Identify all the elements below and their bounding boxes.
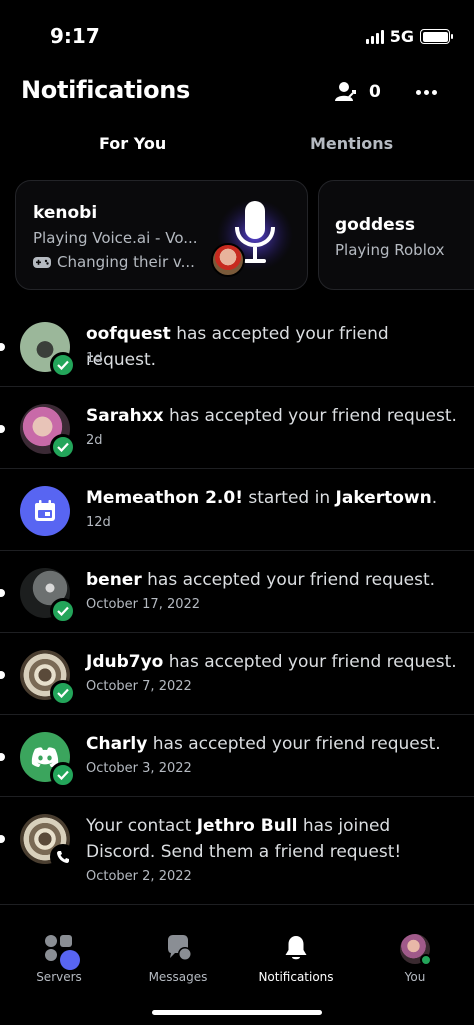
nav-label: You (404, 970, 426, 984)
notification-time: 12d (86, 515, 111, 530)
notification-item[interactable]: Charly has accepted your friend request.… (0, 715, 474, 797)
notification-text: oofquest has accepted your friend reques… (86, 324, 389, 370)
notification-text: Sarahxx has accepted your friend request… (86, 406, 457, 426)
servers-icon (44, 934, 80, 970)
activity-user-avatar (211, 243, 245, 277)
check-icon (50, 680, 76, 706)
friend-requests-button[interactable]: 0 (335, 81, 381, 103)
activity-card[interactable]: kenobi Playing Voice.ai - Vo... Changing… (15, 180, 308, 290)
unread-dot (0, 589, 5, 597)
notification-text: bener has accepted your friend request. (86, 570, 436, 590)
notification-time: October 3, 2022 (86, 761, 192, 776)
signal-icon (365, 29, 384, 44)
avatar (20, 568, 76, 624)
unread-dot (0, 753, 5, 761)
unread-dot (0, 425, 5, 433)
notification-text: Memeathon 2.0! started in Jakertown. (86, 488, 438, 508)
status-indicators: 5G (365, 27, 453, 46)
notification-item[interactable]: Your contact Jethro Bull has joined Disc… (0, 797, 474, 905)
contact-name: Jethro Bull (196, 816, 298, 836)
avatar (20, 732, 76, 788)
avatar (20, 650, 76, 706)
home-indicator (152, 1010, 322, 1015)
tab-mentions[interactable]: Mentions (310, 134, 393, 153)
phone-icon (50, 844, 76, 870)
battery-icon (420, 29, 453, 44)
messages-icon (163, 934, 193, 964)
event-name: Memeathon 2.0! (86, 488, 243, 508)
nav-you[interactable]: You (365, 934, 465, 984)
notification-tabs: For You Mentions (0, 130, 474, 160)
status-bar: 9:17 5G (0, 0, 474, 70)
activity-carousel: kenobi Playing Voice.ai - Vo... Changing… (15, 180, 474, 290)
notification-user: Jdub7yo (86, 652, 164, 672)
page-title: Notifications (21, 76, 191, 104)
nav-notifications[interactable]: Notifications (246, 934, 346, 984)
notification-time: October 17, 2022 (86, 597, 201, 612)
notification-time: October 2, 2022 (86, 869, 192, 884)
avatar (20, 322, 76, 378)
notification-item[interactable]: Memeathon 2.0! started in Jakertown. 12d (0, 469, 474, 551)
notification-user: Sarahxx (86, 406, 164, 426)
nav-label: Servers (36, 970, 82, 984)
activity-detail-text: Changing their v... (57, 253, 195, 271)
status-time: 9:17 (50, 24, 100, 48)
calendar-icon (35, 500, 55, 521)
more-options-button[interactable] (412, 80, 440, 104)
notification-item[interactable]: bener has accepted your friend request. … (0, 551, 474, 633)
notification-user: Charly (86, 734, 148, 754)
server-name: Jakertown (335, 488, 432, 508)
network-label: 5G (389, 27, 414, 46)
friend-request-count: 0 (369, 82, 381, 102)
check-icon (50, 352, 76, 378)
activity-status: Playing Voice.ai - Vo... (33, 229, 198, 247)
header: Notifications 0 (0, 72, 474, 116)
check-icon (50, 434, 76, 460)
bell-icon (281, 934, 311, 964)
notification-time: 2d (86, 433, 103, 448)
unread-dot (0, 343, 5, 351)
activity-status: Playing Roblox (335, 241, 445, 259)
online-status-icon (420, 954, 432, 966)
avatar (20, 814, 76, 870)
notification-text: Charly has accepted your friend request. (86, 734, 441, 754)
add-friend-icon (335, 82, 356, 101)
activity-detail: Changing their v... (33, 253, 195, 271)
unread-dot (0, 671, 5, 679)
nav-messages[interactable]: Messages (128, 934, 228, 984)
notification-time: October 7, 2022 (86, 679, 192, 694)
nav-servers[interactable]: Servers (9, 934, 109, 984)
event-avatar (20, 486, 70, 536)
activity-user-name: goddess (335, 215, 415, 235)
notification-item[interactable]: Sarahxx has accepted your friend request… (0, 387, 474, 469)
notification-item[interactable]: oofquest has accepted your friend reques… (0, 305, 474, 387)
activity-card[interactable]: goddess Playing Roblox (318, 180, 474, 290)
tab-for-you[interactable]: For You (99, 134, 166, 153)
notification-text: Your contact Jethro Bull has joined Disc… (86, 816, 402, 862)
activity-user-name: kenobi (33, 203, 98, 223)
notification-text: Jdub7yo has accepted your friend request… (86, 652, 457, 672)
avatar (400, 934, 432, 966)
gamepad-icon (33, 256, 51, 268)
unread-dot (0, 835, 5, 843)
check-icon (50, 762, 76, 788)
notification-user: bener (86, 570, 142, 590)
avatar (20, 404, 76, 460)
nav-label: Notifications (258, 970, 334, 984)
nav-label: Messages (148, 970, 208, 984)
notification-item[interactable]: Jdub7yo has accepted your friend request… (0, 633, 474, 715)
bottom-nav: Servers Messages Notifications You (0, 918, 474, 1025)
notification-time: 1d (86, 351, 103, 366)
check-icon (50, 598, 76, 624)
notification-user: oofquest (86, 324, 171, 344)
